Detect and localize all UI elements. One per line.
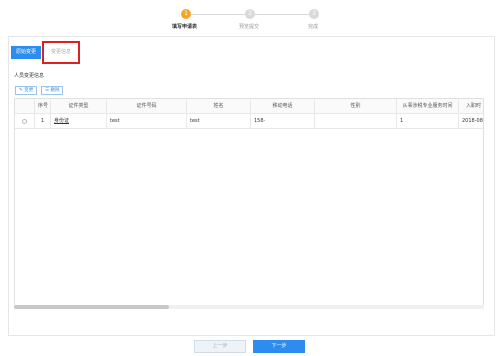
header-select <box>15 99 35 114</box>
next-button[interactable]: 下一步 <box>253 340 305 353</box>
step-connector <box>255 14 309 15</box>
header-index: 序号 <box>35 99 51 114</box>
row-index: 1 <box>35 114 51 129</box>
step-1-label: 填写申请表 <box>172 24 198 30</box>
header-hire-date: 入职时 <box>459 99 483 114</box>
header-gender: 性别 <box>315 99 397 114</box>
row-select-cell <box>15 114 35 129</box>
table-header-row: 序号 证件类型 证件号码 姓名 移动电话 性别 从事涉税专业服务时间 入职时 <box>15 99 483 114</box>
step-3-label: 完成 <box>308 24 319 30</box>
delete-button[interactable]: ☰ 删除 <box>41 86 64 95</box>
step-2-dot: 2 <box>245 9 255 19</box>
section-title: 人员变更信息 <box>14 73 45 79</box>
header-id-number: 证件号码 <box>107 99 187 114</box>
row-hire-date: 2018-08- <box>459 114 483 129</box>
row-radio[interactable] <box>22 119 27 124</box>
row-id-number: test <box>107 114 187 129</box>
step-2-label: 预览提交 <box>239 24 260 30</box>
row-id-type[interactable]: 身份证 <box>51 114 107 129</box>
step-3-dot: 3 <box>309 9 319 19</box>
tab-original-change[interactable]: 原始变更 <box>11 46 42 59</box>
scrollbar-thumb[interactable] <box>14 305 169 309</box>
person-table: 序号 证件类型 证件号码 姓名 移动电话 性别 从事涉税专业服务时间 入职时 1… <box>14 98 484 308</box>
step-indicator: 1 2 3 填写申请表 预览提交 完成 <box>0 0 500 36</box>
row-service-time: 1 <box>397 114 459 129</box>
header-service-time: 从事涉税专业服务时间 <box>397 99 459 114</box>
step-connector <box>191 14 245 15</box>
header-mobile: 移动电话 <box>251 99 315 114</box>
row-mobile: 158· <box>251 114 315 129</box>
row-gender <box>315 114 397 129</box>
prev-button[interactable]: 上一步 <box>194 340 246 353</box>
edit-button[interactable]: ✎ 变更 <box>15 86 38 95</box>
step-1-dot: 1 <box>181 9 191 19</box>
highlight-box <box>42 41 80 64</box>
horizontal-scrollbar[interactable] <box>14 305 484 309</box>
header-id-type: 证件类型 <box>51 99 107 114</box>
table-row[interactable]: 1 身份证 test test 158· 1 2018-08- <box>15 114 483 129</box>
header-name: 姓名 <box>187 99 251 114</box>
row-name: test <box>187 114 251 129</box>
